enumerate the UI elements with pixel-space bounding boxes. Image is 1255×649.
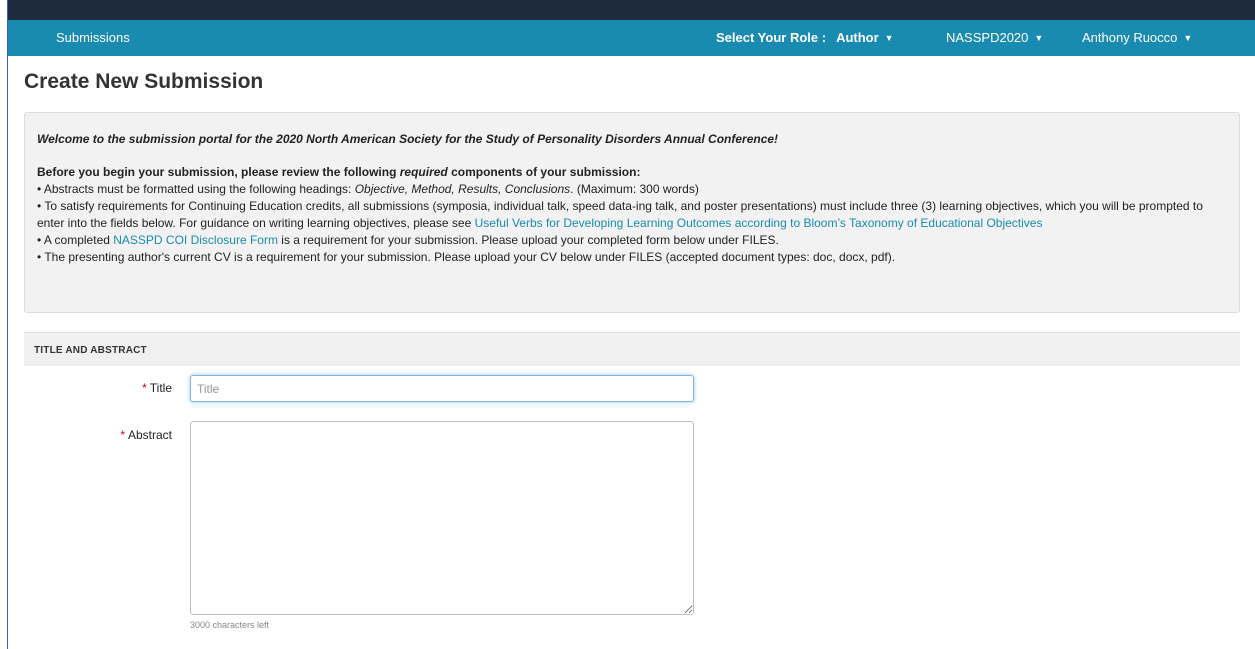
event-label: NASSPD2020 [946, 30, 1029, 45]
user-name: Anthony Ruocco [1082, 30, 1178, 45]
role-selector[interactable]: Select Your Role : Author ▼ [716, 30, 894, 45]
required-marker: * [120, 428, 125, 442]
blooms-taxonomy-link[interactable]: Useful Verbs for Developing Learning Out… [475, 216, 1043, 230]
section-title-and-abstract: TITLE AND ABSTRACT [24, 332, 1240, 366]
required-marker: * [142, 381, 147, 395]
welcome-message: Welcome to the submission portal for the… [37, 132, 779, 146]
chevron-down-icon: ▼ [1183, 33, 1193, 43]
coi-disclosure-form-link[interactable]: NASSPD COI Disclosure Form [113, 233, 278, 247]
requirement-item: • To satisfy requirements for Continuing… [37, 199, 1203, 230]
abstract-textarea[interactable] [190, 421, 694, 615]
abstract-char-counter: 3000 characters left [190, 620, 270, 630]
chevron-down-icon: ▼ [1034, 33, 1044, 43]
nav-submissions-link[interactable]: Submissions [56, 30, 130, 45]
abstract-label: * Abstract [120, 428, 172, 442]
requirement-item: • A completed NASSPD COI Disclosure Form… [37, 233, 779, 247]
role-label: Select Your Role : [716, 30, 827, 45]
top-strip [8, 0, 1255, 20]
submission-instructions: Welcome to the submission portal for the… [24, 112, 1240, 313]
requirements-heading: Before you begin your submission, please… [37, 165, 641, 179]
role-value: Author [836, 30, 879, 45]
requirement-item: • The presenting author's current CV is … [37, 250, 896, 264]
chevron-down-icon: ▼ [884, 33, 894, 43]
page-title: Create New Submission [24, 70, 264, 93]
user-menu[interactable]: Anthony Ruocco ▼ [1082, 30, 1192, 45]
window-frame-left [0, 0, 8, 649]
main-navbar: Submissions Select Your Role : Author ▼ NA… [8, 20, 1255, 56]
requirement-item: • Abstracts must be formatted using the … [37, 182, 699, 196]
title-input[interactable] [190, 375, 694, 402]
event-selector[interactable]: NASSPD2020 ▼ [946, 30, 1043, 45]
title-label: * Title [142, 381, 172, 395]
